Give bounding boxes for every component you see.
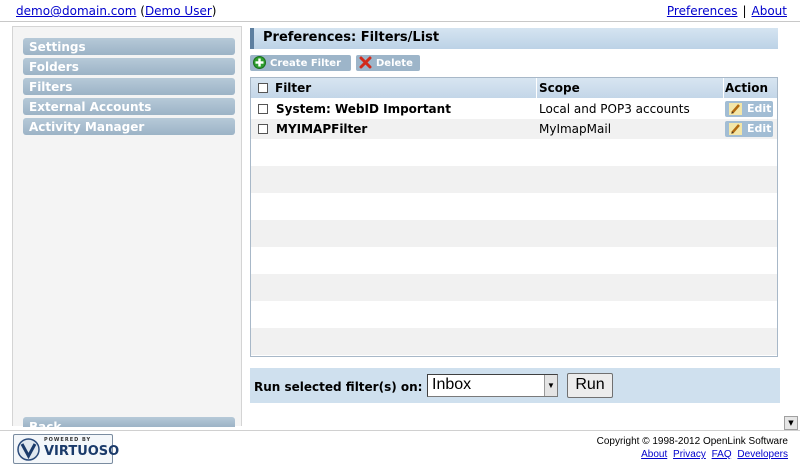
sidebar-item-settings[interactable]: Settings (23, 38, 235, 55)
table-row: MYIMAPFilter MyImapMail Edit (251, 119, 777, 139)
paren-close: ) (211, 4, 217, 18)
about-link[interactable]: About (752, 4, 787, 18)
footer-developers-link[interactable]: Developers (737, 449, 788, 460)
run-filter-bar: Run selected filter(s) on: Inbox ▼ Run (250, 368, 780, 403)
link-separator: | (742, 4, 747, 18)
preferences-link[interactable]: Preferences (667, 4, 738, 18)
create-filter-label: Create Filter (270, 58, 342, 69)
scroll-down-arrow-icon[interactable]: ▼ (784, 416, 798, 430)
sidebar-back-button[interactable]: Back (23, 417, 235, 427)
empty-row (251, 328, 777, 355)
select-all-checkbox[interactable] (258, 83, 268, 93)
page-title: Preferences: Filters/List (250, 28, 778, 49)
filter-scope: Local and POP3 accounts (539, 102, 690, 116)
empty-row (251, 139, 777, 166)
edit-label: Edit (747, 102, 772, 115)
column-header-action[interactable]: Action (725, 81, 768, 95)
run-button[interactable]: Run (567, 373, 613, 398)
filter-scope: MyImapMail (539, 122, 612, 136)
empty-row (251, 193, 777, 220)
empty-row (251, 301, 777, 328)
footer-about-link[interactable]: About (641, 449, 667, 460)
filter-name: System: WebID Important (276, 102, 451, 116)
user-email-link[interactable]: demo@domain.com (16, 4, 136, 18)
x-icon (359, 56, 372, 69)
sidebar-item-activity-manager[interactable]: Activity Manager (23, 118, 235, 135)
column-divider (723, 78, 724, 98)
virtuoso-logo[interactable]: POWERED BY VIRTUOSO (13, 434, 119, 464)
sidebar-item-folders[interactable]: Folders (23, 58, 235, 75)
user-name-link[interactable]: Demo User (145, 4, 212, 18)
run-label: Run selected filter(s) on: (254, 380, 423, 394)
logo-name-text: VIRTUOSO (44, 444, 120, 459)
empty-row (251, 247, 777, 274)
sidebar-item-filters[interactable]: Filters (23, 78, 235, 95)
create-filter-button[interactable]: Create Filter (250, 55, 351, 71)
filters-table: Filter Scope Action System: WebID Import… (250, 77, 778, 357)
copyright-text: Copyright © 1998-2012 OpenLink Software (596, 436, 788, 447)
edit-button[interactable]: Edit (725, 121, 773, 137)
vertical-scrollbar[interactable]: ▼ (784, 30, 798, 430)
virtuoso-badge-icon (17, 438, 40, 461)
chevron-down-icon[interactable]: ▼ (544, 375, 557, 396)
folder-select-value: Inbox (432, 376, 472, 393)
top-links: Preferences | About (667, 4, 787, 18)
edit-button[interactable]: Edit (725, 101, 773, 117)
logo-powered-text: POWERED BY (44, 437, 92, 443)
empty-row (251, 220, 777, 247)
empty-row (251, 274, 777, 301)
scrollbar-track[interactable] (784, 30, 798, 416)
delete-button[interactable]: Delete (356, 55, 420, 71)
column-header-scope[interactable]: Scope (539, 81, 580, 95)
footer-links: About Privacy FAQ Developers (638, 449, 788, 460)
column-divider (536, 78, 537, 98)
edit-label: Edit (747, 122, 772, 135)
empty-row (251, 166, 777, 193)
user-info: demo@domain.com (Demo User) (16, 4, 216, 18)
footer-faq-link[interactable]: FAQ (712, 449, 732, 460)
delete-label: Delete (376, 58, 413, 69)
top-bar: demo@domain.com (Demo User) Preferences |… (0, 0, 800, 22)
footer: POWERED BY VIRTUOSO Copyright © 1998-201… (0, 430, 800, 467)
filter-name: MYIMAPFilter (276, 122, 368, 136)
table-row: System: WebID Important Local and POP3 a… (251, 99, 777, 119)
pencil-icon (729, 103, 742, 115)
pencil-icon (729, 123, 742, 135)
plus-icon (253, 56, 266, 69)
sidebar-item-external-accounts[interactable]: External Accounts (23, 98, 235, 115)
folder-select[interactable]: Inbox ▼ (427, 374, 558, 397)
sidebar: Settings Folders Filters External Accoun… (12, 26, 242, 427)
table-header: Filter Scope Action (251, 78, 777, 98)
row-checkbox[interactable] (258, 124, 268, 134)
column-header-filter[interactable]: Filter (275, 81, 311, 95)
row-checkbox[interactable] (258, 104, 268, 114)
footer-privacy-link[interactable]: Privacy (673, 449, 706, 460)
